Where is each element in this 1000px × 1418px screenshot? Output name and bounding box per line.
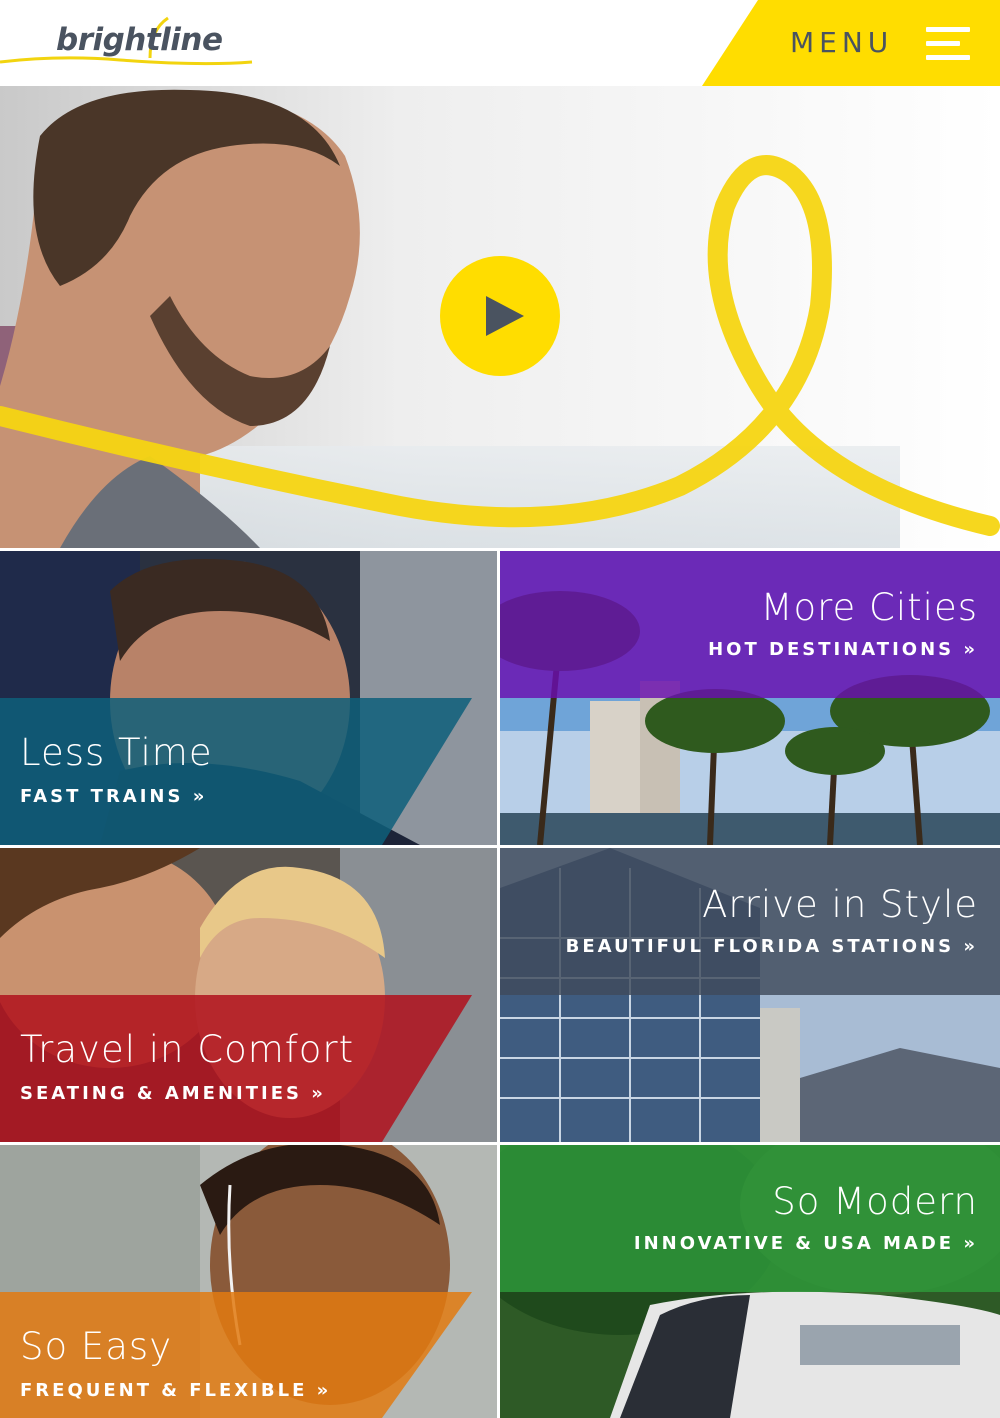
tile-more-cities[interactable]: More Cities HOT DESTINATIONS »: [500, 551, 1000, 845]
tile-travel-in-comfort[interactable]: Travel in Comfort SEATING & AMENITIES »: [0, 848, 497, 1142]
tile-so-modern-link[interactable]: INNOVATIVE & USA MADE »: [634, 1233, 978, 1254]
brightline-logo[interactable]: brightline: [0, 0, 260, 86]
tile-so-easy-title: So Easy: [20, 1325, 173, 1368]
hero-video[interactable]: [0, 86, 1000, 548]
tile-travel-in-comfort-title: Travel in Comfort: [20, 1028, 355, 1071]
tile-so-easy[interactable]: So Easy FREQUENT & FLEXIBLE »: [0, 1145, 497, 1418]
tile-more-cities-link[interactable]: HOT DESTINATIONS »: [708, 639, 978, 660]
play-button[interactable]: [440, 256, 560, 376]
tile-arrive-in-style[interactable]: Arrive in Style BEAUTIFUL FLORIDA STATIO…: [500, 848, 1000, 1142]
site-header: brightline MENU: [0, 0, 1000, 86]
tile-arrive-in-style-title: Arrive in Style: [702, 883, 978, 926]
tile-arrive-in-style-link[interactable]: BEAUTIFUL FLORIDA STATIONS »: [566, 936, 978, 957]
tile-so-easy-link[interactable]: FREQUENT & FLEXIBLE »: [20, 1380, 331, 1401]
menu-button[interactable]: MENU: [700, 0, 1000, 86]
tile-more-cities-title: More Cities: [760, 586, 978, 629]
tile-so-modern[interactable]: So Modern INNOVATIVE & USA MADE »: [500, 1145, 1000, 1418]
tile-so-easy-image: [0, 1145, 497, 1418]
logo-text: brightline: [56, 22, 223, 58]
tile-less-time-link[interactable]: FAST TRAINS »: [20, 786, 207, 807]
tile-so-modern-title: So Modern: [772, 1180, 978, 1223]
tile-travel-in-comfort-link[interactable]: SEATING & AMENITIES »: [20, 1083, 326, 1104]
hamburger-icon: [926, 23, 970, 63]
play-icon: [486, 296, 524, 336]
menu-label: MENU: [790, 26, 894, 59]
tile-less-time[interactable]: Less Time FAST TRAINS »: [0, 551, 497, 845]
tile-less-time-title: Less Time: [20, 731, 213, 774]
